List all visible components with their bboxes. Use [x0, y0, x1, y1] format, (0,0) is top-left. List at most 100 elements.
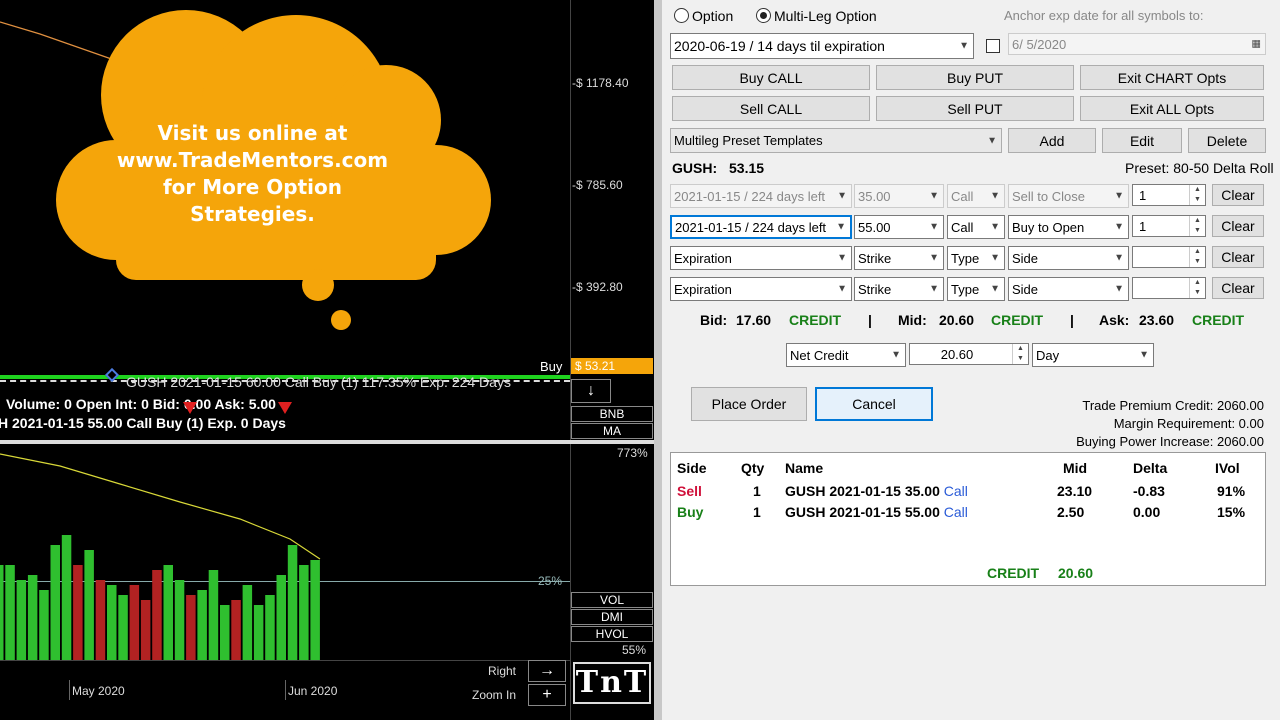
x-label-jun: Jun 2020: [288, 684, 338, 698]
exit-all-opts-button[interactable]: Exit ALL Opts: [1080, 96, 1264, 121]
volume-bar: [186, 595, 196, 660]
mid-label: Mid:: [898, 312, 927, 328]
chevron-down-icon: ▼: [990, 283, 1000, 295]
ask-credit: CREDIT: [1192, 312, 1245, 328]
volume-bar: [27, 575, 38, 660]
row-type: Call: [943, 483, 968, 499]
leg-expiration-select[interactable]: 2021-01-15 / 224 days left ▼: [670, 184, 852, 208]
leg-type-select[interactable]: Type ▼: [947, 277, 1005, 301]
leg-type-select[interactable]: Call ▼: [947, 184, 1005, 208]
leg-expiration-select[interactable]: 2021-01-15 / 224 days left ▼: [670, 215, 852, 239]
leg-type-select[interactable]: Type ▼: [947, 246, 1005, 270]
order-form: Option Multi-Leg Option Anchor exp date …: [662, 0, 1280, 720]
dmi-button[interactable]: DMI: [571, 609, 653, 625]
mid-credit: CREDIT: [991, 312, 1044, 328]
exit-chart-opts-button[interactable]: Exit CHART Opts: [1080, 65, 1264, 90]
leg-type-value: Type: [951, 281, 980, 297]
delete-button[interactable]: Delete: [1188, 128, 1266, 153]
scroll-down-button[interactable]: ↓: [571, 379, 611, 403]
leg-clear-button[interactable]: Clear: [1212, 184, 1264, 206]
row-mid: 23.10: [1057, 483, 1093, 499]
total-value: 20.60: [1058, 565, 1094, 581]
option-radio[interactable]: [674, 8, 689, 23]
tif-select[interactable]: Day ▼: [1032, 343, 1154, 367]
multileg-radio[interactable]: [756, 8, 771, 23]
row-qty: 1: [753, 504, 761, 520]
leg-clear-button[interactable]: Clear: [1212, 215, 1264, 237]
lower-pct-bottom: 55%: [622, 643, 647, 657]
leg-type-value: Call: [951, 219, 974, 235]
leg-side-value: Buy to Open: [1012, 219, 1085, 235]
spinner-icon[interactable]: ▲ ▼: [1189, 216, 1205, 236]
vol-button[interactable]: VOL: [571, 592, 653, 608]
edit-button[interactable]: Edit: [1102, 128, 1182, 153]
symbol-price: 53.15: [729, 160, 765, 176]
leg-clear-button[interactable]: Clear: [1212, 277, 1264, 299]
ma-button[interactable]: MA: [571, 423, 653, 439]
tif-value: Day: [1036, 347, 1060, 363]
order-type-select[interactable]: Net Credit ▼: [786, 343, 906, 367]
preset-select-value: Multileg Preset Templates: [674, 133, 823, 148]
order-line-text: GUSH 2021-01-15 60.00 Call Buy (1) 117.3…: [126, 374, 511, 390]
bnb-button[interactable]: BNB: [571, 406, 653, 422]
zoom-label: Zoom In: [472, 688, 517, 702]
legs-table: Side Qty Name Mid Delta IVol Sell 1 GUSH…: [670, 452, 1266, 586]
leg-strike-select[interactable]: 35.00 ▼: [854, 184, 944, 208]
preset-select[interactable]: Multileg Preset Templates ▼: [670, 128, 1002, 153]
pane-divider[interactable]: [654, 0, 662, 720]
sell-call-button[interactable]: Sell CALL: [672, 96, 870, 121]
x-tick: [69, 680, 70, 700]
add-button[interactable]: Add: [1008, 128, 1096, 153]
leg-expiration-select[interactable]: Expiration ▼: [670, 277, 852, 301]
volume-bars: [0, 453, 321, 660]
cancel-button[interactable]: Cancel: [815, 387, 933, 421]
leg-type-value: Call: [951, 188, 974, 204]
leg-qty-input[interactable]: 1 ▲ ▼: [1132, 184, 1206, 206]
expiration-select[interactable]: 2020-06-19 / 14 days til expiration ▼: [670, 33, 974, 59]
chevron-down-icon: ▼: [959, 40, 969, 52]
leg-clear-button[interactable]: Clear: [1212, 246, 1264, 268]
sell-arrow-icon: [183, 402, 197, 414]
leg-side-value: Sell to Close: [1012, 188, 1085, 204]
leg-strike-select[interactable]: Strike ▼: [854, 246, 944, 270]
place-order-button[interactable]: Place Order: [691, 387, 807, 421]
anchor-date-picker[interactable]: 6/ 5/2020 ▦: [1008, 33, 1266, 55]
spinner-icon[interactable]: ▲ ▼: [1189, 247, 1205, 267]
leg-qty-input[interactable]: ▲ ▼: [1132, 246, 1206, 268]
buy-call-button[interactable]: Buy CALL: [672, 65, 870, 90]
leg-expiration-select[interactable]: Expiration ▼: [670, 246, 852, 270]
leg-strike-select[interactable]: Strike ▼: [854, 277, 944, 301]
leg-strike-select[interactable]: 55.00 ▼: [854, 215, 944, 239]
volume-bar: [174, 580, 185, 660]
limit-price-input[interactable]: 20.60 ▲ ▼: [909, 343, 1029, 365]
col-mid: Mid: [1063, 460, 1088, 476]
volume-bar: [310, 560, 320, 660]
leg-side-select[interactable]: Sell to Close ▼: [1008, 184, 1129, 208]
buy-put-button[interactable]: Buy PUT: [876, 65, 1074, 90]
leg-qty-input[interactable]: 1 ▲ ▼: [1132, 215, 1206, 237]
right-button[interactable]: →: [528, 660, 566, 682]
x-label-may: May 2020: [72, 684, 125, 698]
anchor-checkbox[interactable]: [986, 39, 1000, 53]
spinner-icon[interactable]: ▲ ▼: [1189, 185, 1205, 205]
leg-side-select[interactable]: Side ▼: [1008, 277, 1129, 301]
hvol-button[interactable]: HVOL: [571, 626, 653, 642]
volume-bar: [276, 575, 286, 660]
leg-qty-value: 1: [1139, 218, 1147, 234]
zoom-in-button[interactable]: +: [528, 684, 566, 706]
row-name: GUSH 2021-01-15 35.00 Call: [785, 483, 968, 499]
spinner-icon[interactable]: ▲ ▼: [1012, 344, 1028, 364]
sell-put-button[interactable]: Sell PUT: [876, 96, 1074, 121]
leg-strike-value: Strike: [858, 281, 892, 297]
volume-bar: [118, 595, 128, 660]
leg-qty-input[interactable]: ▲ ▼: [1132, 277, 1206, 299]
leg-side-select[interactable]: Side ▼: [1008, 246, 1129, 270]
ask-value: 23.60: [1139, 312, 1175, 328]
leg-type-select[interactable]: Call ▼: [947, 215, 1005, 239]
chart-pane[interactable]: -$ 1178.40 -$ 785.60 -$ 392.80 Visit us …: [0, 0, 658, 720]
spinner-icon[interactable]: ▲ ▼: [1189, 278, 1205, 298]
promo-text: Visit us online at www.TradeMentors.com …: [116, 121, 389, 226]
leg-side-select[interactable]: Buy to Open ▼: [1008, 215, 1129, 239]
volume-bar: [39, 590, 49, 660]
row-type: Call: [943, 504, 968, 520]
